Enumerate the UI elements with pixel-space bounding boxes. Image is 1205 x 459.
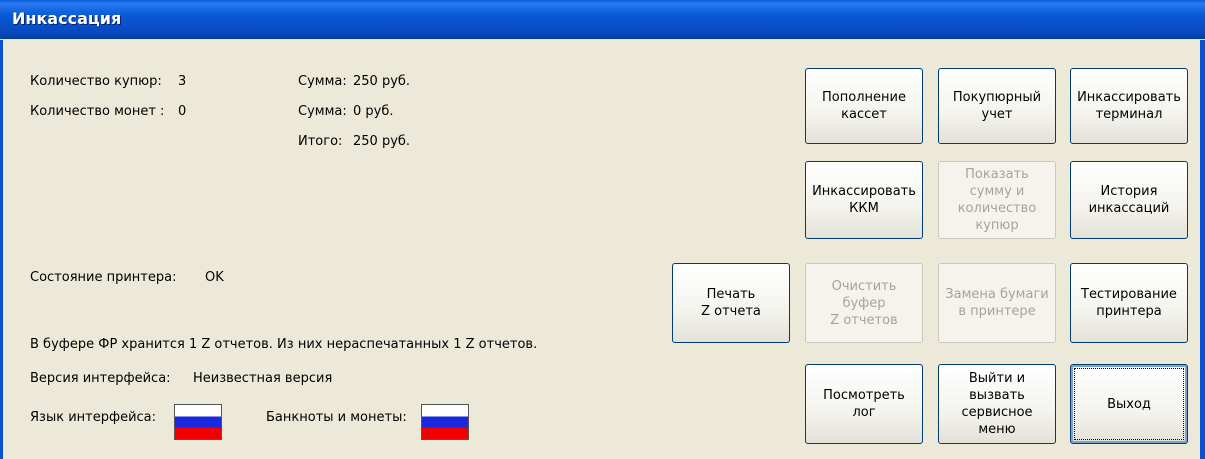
title-bar: Инкассация: [0, 0, 1205, 39]
window-title: Инкассация: [12, 9, 122, 28]
collection-history-button[interactable]: История инкассаций: [1070, 161, 1188, 239]
window-border-left: [0, 40, 3, 459]
printer-status-value: OK: [205, 270, 224, 285]
service-menu-button[interactable]: Выйти и вызвать сервисное меню: [938, 364, 1056, 444]
print-z-report-button[interactable]: Печать Z отчета: [672, 263, 790, 343]
coins-sum-label: Сумма:: [298, 104, 347, 119]
window-border-right: [1200, 40, 1205, 459]
coins-count-label: Количество монет :: [30, 104, 165, 119]
bills-sum-value: 250 руб.: [353, 74, 411, 89]
bills-count-value: 3: [178, 74, 187, 89]
show-sum-button[interactable]: Показать сумму и количество купюр: [938, 161, 1056, 239]
russia-flag-icon[interactable]: [174, 404, 222, 440]
replace-paper-button[interactable]: Замена бумаги в принтере: [938, 263, 1056, 343]
test-printer-button[interactable]: Тестирование принтера: [1070, 263, 1188, 343]
refill-cassettes-button[interactable]: Пополнение кассет: [805, 68, 923, 144]
russia-flag-icon[interactable]: [421, 404, 469, 440]
view-log-button[interactable]: Посмотреть лог: [805, 364, 923, 444]
total-sum-label: Итого:: [298, 134, 343, 149]
bill-accounting-button[interactable]: Покупюрный учет: [938, 68, 1056, 144]
coins-count-value: 0: [178, 104, 187, 119]
bills-sum-label: Сумма:: [298, 74, 347, 89]
collect-terminal-button[interactable]: Инкассировать терминал: [1070, 68, 1188, 144]
total-sum-value: 250 руб.: [353, 134, 411, 149]
collect-kkm-button[interactable]: Инкассировать ККМ: [805, 161, 923, 239]
interface-language-label: Язык интерфейса:: [30, 410, 157, 425]
interface-version-label: Версия интерфейса:: [30, 371, 171, 386]
clear-z-buffer-button[interactable]: Очистить буфер Z отчетов: [805, 263, 923, 343]
printer-status-label: Состояние принтера:: [30, 270, 177, 285]
fr-buffer-text: В буфере ФР хранится 1 Z отчетов. Из них…: [30, 337, 538, 352]
currency-label: Банкноты и монеты:: [266, 410, 407, 425]
bills-count-label: Количество купюр:: [30, 74, 162, 89]
exit-button[interactable]: Выход: [1070, 364, 1188, 444]
interface-version-value: Неизвестная версия: [193, 371, 333, 386]
coins-sum-value: 0 руб.: [353, 104, 394, 119]
